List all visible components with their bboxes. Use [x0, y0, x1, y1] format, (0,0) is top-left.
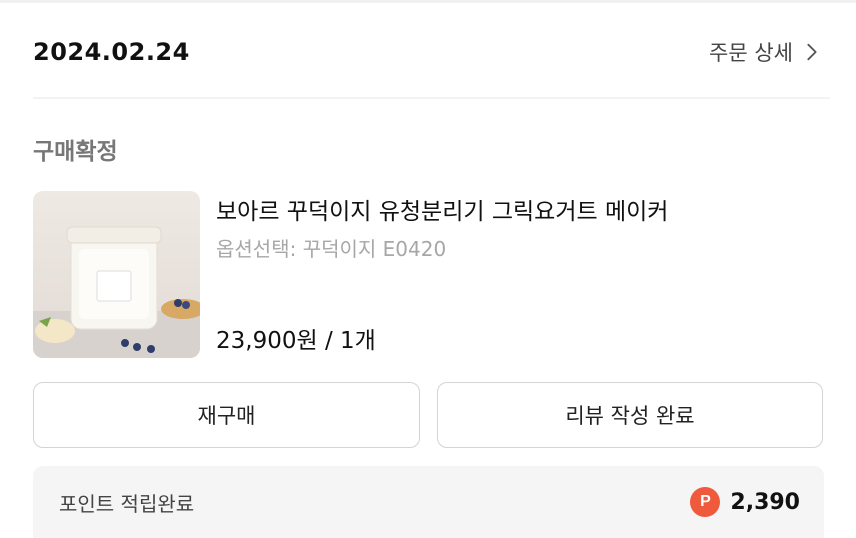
order-detail-link[interactable]: 주문 상세 [709, 37, 823, 67]
product-price: 23,900원 / 1개 [216, 328, 376, 354]
points-panel: 포인트 적립완료 P 2,390 [33, 466, 824, 538]
header-divider [33, 97, 830, 99]
points-amount: 2,390 [730, 489, 800, 515]
review-complete-button[interactable]: 리뷰 작성 완료 [437, 382, 823, 448]
order-date: 2024.02.24 [33, 38, 190, 66]
rebuy-button[interactable]: 재구매 [33, 382, 420, 448]
product-image [33, 191, 200, 358]
order-header: 2024.02.24 주문 상세 [33, 26, 823, 78]
points-value: P 2,390 [690, 487, 800, 517]
points-label: 포인트 적립완료 [59, 491, 195, 516]
product-thumbnail[interactable] [33, 191, 200, 358]
point-p-icon: P [690, 487, 721, 517]
product-option: 옵션선택: 꾸덕이지 E0420 [216, 237, 447, 261]
product-title[interactable]: 보아르 꾸덕이지 유청분리기 그릭요거트 메이커 [216, 192, 668, 226]
top-separator [0, 0, 856, 3]
order-status: 구매확정 [33, 139, 118, 165]
order-detail-label: 주문 상세 [709, 41, 793, 65]
chevron-right-icon [807, 43, 817, 61]
